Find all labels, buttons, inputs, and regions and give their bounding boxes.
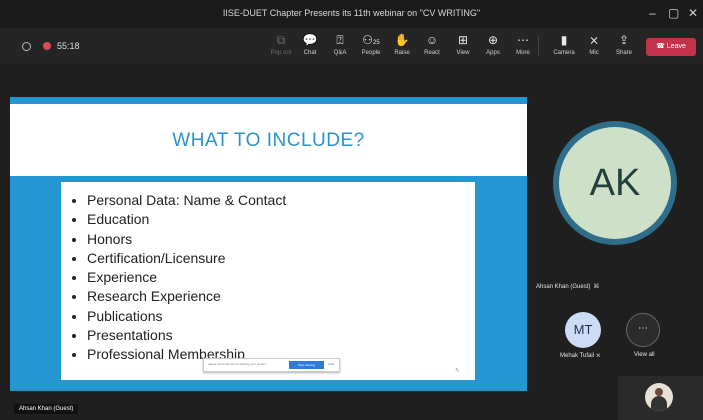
slide-title: WHAT TO INCLUDE? (172, 130, 365, 151)
recording-icon (43, 42, 51, 50)
mic-off-icon: ⨯ (595, 353, 601, 359)
participant-name-ak: Ahsan Khan (Guest) ⌘ (536, 284, 600, 290)
slide-bullet: Personal Data: Name & Contact (87, 191, 475, 210)
ellipsis-icon: ⋯ (638, 323, 648, 334)
mic-button[interactable]: ⨯ Mic (577, 33, 611, 56)
stop-sharing-button[interactable]: Stop sharing (289, 361, 324, 369)
call-timer: 55:18 (22, 41, 80, 51)
slide-content: Personal Data: Name & ContactEducationHo… (61, 182, 475, 380)
apps-button[interactable]: ⊕ Apps (476, 33, 510, 56)
avatar-mt[interactable]: MT (565, 312, 601, 348)
view-all-button[interactable]: ⋯ (626, 313, 660, 347)
toolbar-divider (538, 36, 539, 56)
qa-button[interactable]: ⍰ Q&A (323, 33, 357, 56)
minimize-icon[interactable]: – (649, 6, 656, 20)
view-all-label: View all (634, 352, 655, 358)
raise-hand-button[interactable]: ✋ Raise (385, 33, 419, 56)
self-avatar (645, 383, 673, 411)
presenter-name-tag: Ahsan Khan (Guest) (14, 404, 79, 414)
close-icon[interactable]: ✕ (688, 6, 698, 20)
pin-icon: ⌘ (593, 284, 600, 290)
slide-bullet: Education (87, 210, 475, 229)
slide-bullet: Experience (87, 268, 475, 287)
share-notice: teams.microsoft.com is sharing your scre… (208, 362, 267, 366)
people-button[interactable]: ⚇25 People (354, 33, 388, 56)
cursor-icon: ↖ (455, 368, 461, 374)
grid-icon: ⊞ (457, 33, 469, 47)
smiley-icon: ☺ (425, 33, 439, 47)
slide-bullet: Presentations (87, 326, 475, 345)
slide-bullet: Research Experience (87, 287, 475, 306)
camera-off-icon: ▮ (560, 33, 568, 47)
react-button[interactable]: ☺ React (415, 33, 449, 56)
view-button[interactable]: ⊞ View (446, 33, 480, 56)
phone-icon: ☎ (656, 43, 667, 50)
plus-icon: ⊕ (487, 33, 499, 47)
slide-bullet: Publications (87, 307, 475, 326)
more-button[interactable]: ⋯ More (506, 33, 540, 56)
hand-icon: ✋ (394, 33, 410, 47)
share-icon: ⇪ (618, 33, 630, 47)
camera-button[interactable]: ▮ Camera (547, 33, 581, 56)
share-button[interactable]: ⇪ Share (607, 33, 641, 56)
chat-icon: 💬 (302, 33, 318, 47)
shield-icon (22, 41, 31, 51)
ellipsis-icon: ⋯ (517, 33, 529, 47)
chat-button[interactable]: 💬 Chat (293, 33, 327, 56)
title-bar: IISE-DUET Chapter Presents its 11th webi… (0, 0, 703, 28)
maximize-icon[interactable]: ▢ (668, 6, 679, 20)
qa-icon: ⍰ (336, 33, 344, 47)
window-title: IISE-DUET Chapter Presents its 11th webi… (222, 8, 481, 18)
mic-off-icon: ⨯ (588, 33, 600, 47)
slide-bullet: Honors (87, 230, 475, 249)
people-icon: ⚇25 (362, 33, 380, 47)
hide-button[interactable]: Hide (328, 362, 334, 366)
bullet-list: Personal Data: Name & ContactEducationHo… (61, 182, 475, 365)
avatar-ak[interactable]: AK (559, 127, 671, 239)
leave-button[interactable]: ☎ Leave (646, 38, 696, 56)
slide-bullet: Certification/Licensure (87, 249, 475, 268)
screen-share-bar: teams.microsoft.com is sharing your scre… (203, 358, 340, 372)
timer-text: 55:18 (57, 41, 80, 51)
participant-name-mt: Mehak Tufail ⨯ (560, 353, 601, 359)
